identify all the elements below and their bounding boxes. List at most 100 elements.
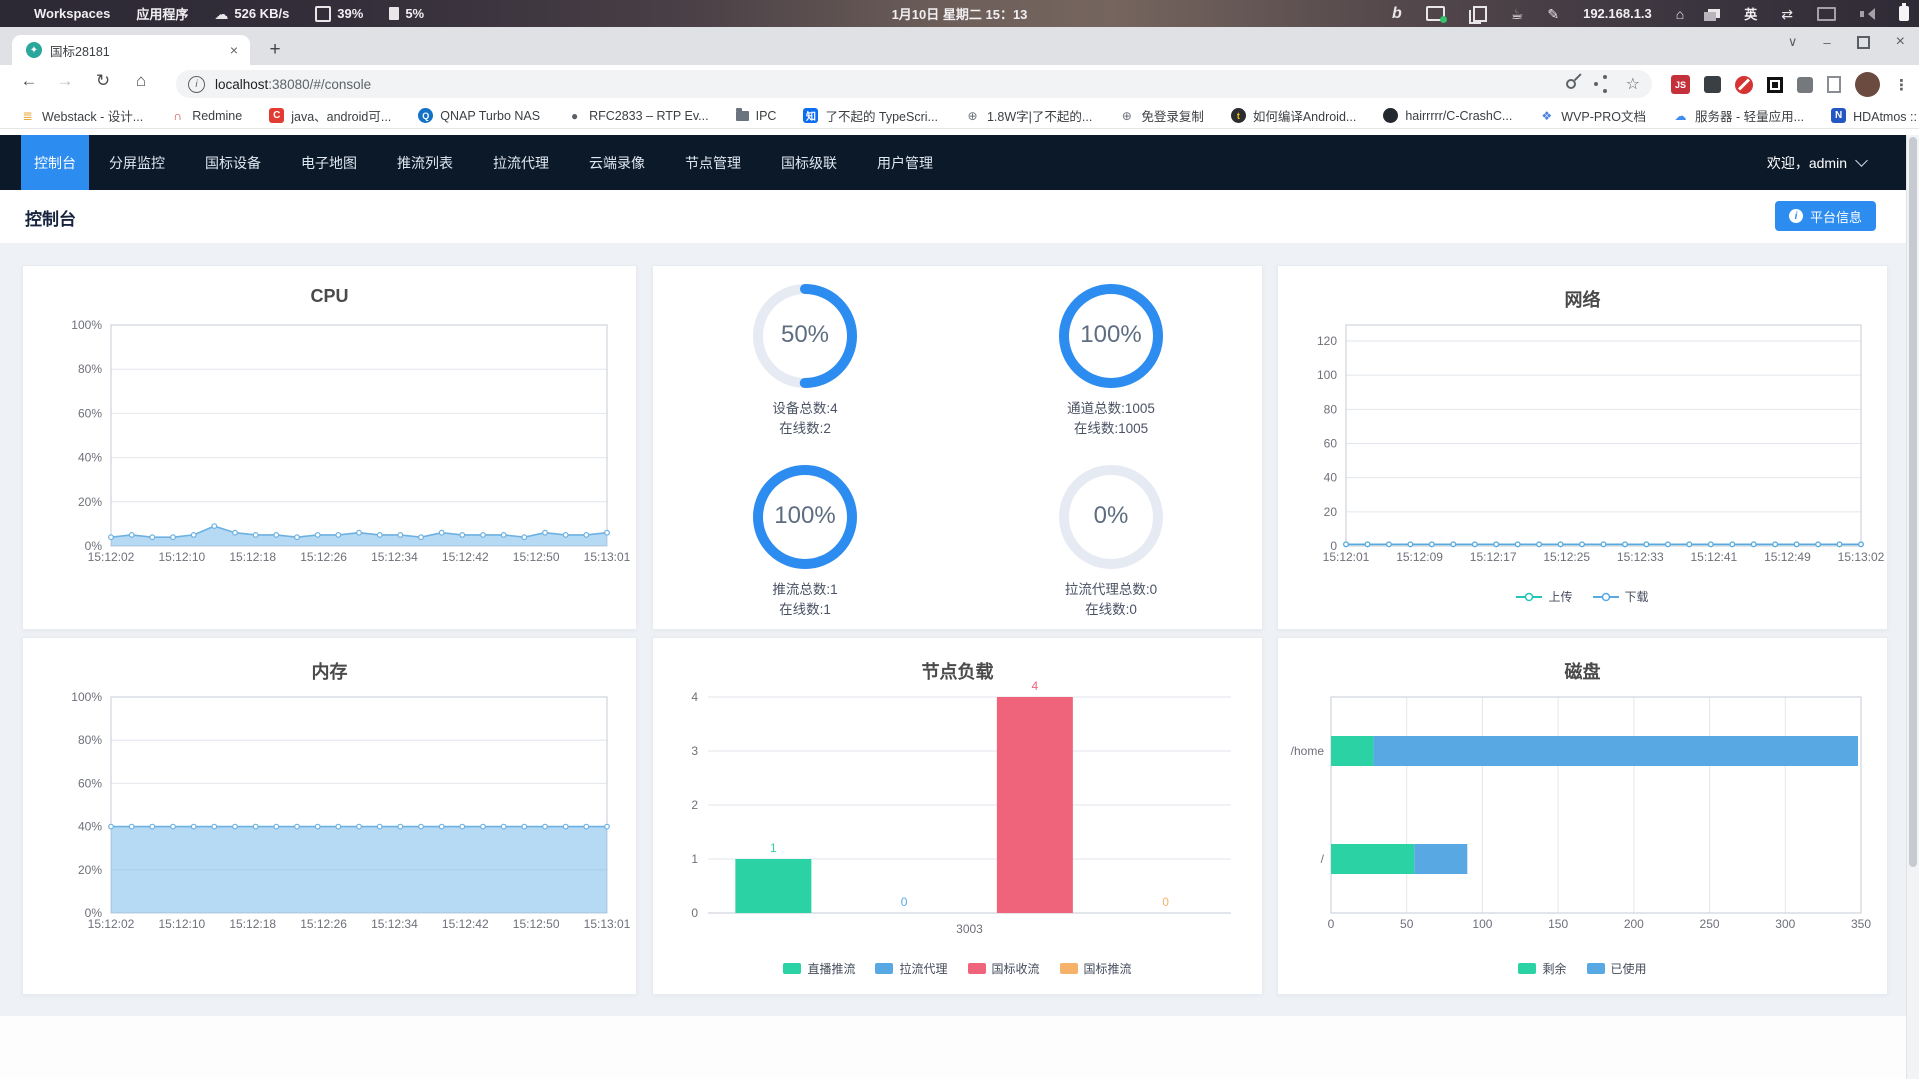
nav-item-9[interactable]: 用户管理 bbox=[857, 135, 953, 190]
nav-item-6[interactable]: 云端录像 bbox=[569, 135, 665, 190]
gauge-0: 50% 设备总数:4 在线数:2 bbox=[725, 281, 885, 439]
bookmark-label: IPC bbox=[755, 108, 777, 123]
reload-icon[interactable]: ↻ bbox=[90, 71, 116, 91]
bookmark-label: QNAP Turbo NAS bbox=[440, 108, 541, 123]
new-tab-button[interactable]: + bbox=[262, 37, 288, 63]
share-icon[interactable] bbox=[1593, 75, 1607, 93]
window-restore-icon[interactable] bbox=[1856, 35, 1870, 49]
bookmark-item[interactable]: hairrrrr/C-CrashC... bbox=[1383, 108, 1512, 123]
address-bar[interactable]: i localhost :38080/#/console ☆ bbox=[176, 70, 1652, 98]
legend-line-icon bbox=[1516, 592, 1543, 601]
svg-text:15:12:10: 15:12:10 bbox=[158, 917, 205, 931]
legend-item[interactable]: 直播推流 bbox=[783, 960, 855, 977]
home-icon[interactable]: ⌂ bbox=[1676, 7, 1684, 21]
bookmark-item[interactable]: ≣ Webstack - 设计... bbox=[20, 106, 143, 125]
page-scrollbar[interactable] bbox=[1906, 135, 1919, 1079]
bookmark-item[interactable]: ❖ WVP-PRO文档 bbox=[1539, 106, 1646, 125]
svg-text:15:12:25: 15:12:25 bbox=[1543, 550, 1590, 564]
browser-menu-icon[interactable]: ⋮ bbox=[1894, 76, 1909, 94]
profile-avatar[interactable] bbox=[1855, 72, 1880, 97]
tab-close-icon[interactable]: × bbox=[226, 42, 242, 58]
legend-item[interactable]: 下载 bbox=[1592, 588, 1649, 605]
svg-text:20%: 20% bbox=[78, 495, 102, 509]
bookmark-item[interactable]: ☁ 服务器 - 轻量应用... bbox=[1673, 106, 1805, 125]
bookmark-item[interactable]: ● RFC2833 – RTP Ev... bbox=[567, 108, 709, 123]
bookmark-item[interactable]: Cjava、android可... bbox=[269, 106, 391, 125]
gauge-label-1: 拉流代理总数:0 bbox=[1064, 582, 1158, 597]
bookmark-star-icon[interactable]: ☆ bbox=[1626, 74, 1640, 94]
bookmark-item[interactable]: ⊕ 免登录复制 bbox=[1119, 106, 1204, 125]
password-key-icon[interactable] bbox=[1563, 76, 1578, 92]
bookmark-item[interactable]: ⊕ 1.8W字|了不起的... bbox=[965, 106, 1092, 125]
svg-text:60: 60 bbox=[1324, 437, 1338, 451]
legend-swatch bbox=[1518, 963, 1537, 974]
nav-item-7[interactable]: 节点管理 bbox=[665, 135, 761, 190]
extension-page-icon[interactable] bbox=[1827, 76, 1841, 93]
bookmark-item[interactable]: N HDAtmos :: 种子 *... bbox=[1831, 106, 1919, 125]
extension-darkreader-icon[interactable] bbox=[1704, 76, 1721, 93]
bookmark-item[interactable]: 知了不起的 TypeScri... bbox=[803, 106, 938, 125]
volume-icon[interactable] bbox=[1860, 7, 1875, 20]
bookmark-label: 1.8W字|了不起的... bbox=[986, 110, 1093, 124]
legend-item[interactable]: 已使用 bbox=[1586, 960, 1647, 977]
legend-item[interactable]: 国标收流 bbox=[967, 960, 1040, 977]
bookmark-item[interactable]: IPC bbox=[735, 107, 777, 123]
extension-frame-icon[interactable] bbox=[1767, 76, 1783, 93]
nav-item-8[interactable]: 国标级联 bbox=[761, 135, 857, 190]
csdn-icon: C bbox=[269, 108, 285, 123]
screen: Workspaces 应用程序 ☁ 526 KB/s 39% 5% 1月10日 … bbox=[0, 0, 1919, 1079]
panel-memory: 内存 100% 80% 60% 40% 20% 0% 15:12:02 15:12:10 15:… bbox=[22, 637, 637, 995]
applications-button[interactable]: 应用程序 bbox=[136, 4, 188, 23]
color-picker-icon[interactable]: ✎ bbox=[1547, 7, 1559, 21]
back-icon[interactable]: ← bbox=[16, 71, 42, 91]
legend-label: 上传 bbox=[1548, 590, 1573, 604]
browser-tab[interactable]: ✦ 国标28181 × bbox=[12, 35, 250, 65]
home-button-icon[interactable]: ⌂ bbox=[128, 71, 154, 91]
clipboard-icon[interactable] bbox=[1468, 5, 1487, 24]
bookmark-item[interactable]: t 如何编译Android... bbox=[1230, 106, 1356, 125]
svg-text:15:12:01: 15:12:01 bbox=[1323, 550, 1370, 564]
svg-text:15:13:01: 15:13:01 bbox=[584, 917, 631, 931]
screen-rotate-icon[interactable]: ⇄ bbox=[1781, 7, 1793, 21]
coffee-icon[interactable]: ☕ bbox=[1511, 7, 1524, 21]
display-icon[interactable] bbox=[1817, 6, 1836, 21]
redmine-icon: ∩ bbox=[173, 108, 182, 123]
gauge-label-2: 在线数:0 bbox=[1085, 602, 1137, 617]
workspaces-button[interactable]: Workspaces bbox=[34, 6, 110, 21]
nav-item-4[interactable]: 推流列表 bbox=[377, 135, 473, 190]
gauge-percent: 50% bbox=[780, 321, 830, 348]
user-menu[interactable]: 欢迎，admin bbox=[1767, 135, 1868, 190]
bookmark-item[interactable]: ∩ Redmine bbox=[170, 108, 242, 123]
window-close-icon[interactable]: × bbox=[1896, 33, 1905, 51]
svg-text:15:12:50: 15:12:50 bbox=[513, 550, 560, 564]
page-header: 控制台 i 平台信息 bbox=[0, 190, 1906, 243]
nav-item-0[interactable]: 控制台 bbox=[21, 135, 89, 190]
extensions-puzzle-icon[interactable] bbox=[1797, 76, 1813, 93]
nav-item-5[interactable]: 拉流代理 bbox=[473, 135, 569, 190]
globe-icon: ⊕ bbox=[967, 108, 978, 123]
svg-text:50: 50 bbox=[1400, 917, 1414, 931]
bookmark-item[interactable]: Q QNAP Turbo NAS bbox=[418, 108, 540, 123]
window-menu-icon[interactable]: ∨ bbox=[1788, 34, 1798, 50]
extension-js-icon[interactable]: JS bbox=[1671, 75, 1690, 94]
forward-icon[interactable]: → bbox=[52, 71, 78, 91]
extension-adblock-icon[interactable] bbox=[1735, 75, 1753, 94]
scrollbar-thumb[interactable] bbox=[1909, 137, 1917, 867]
site-info-icon[interactable]: i bbox=[188, 75, 205, 93]
legend-item[interactable]: 拉流代理 bbox=[875, 960, 948, 977]
input-language-indicator[interactable]: 英 bbox=[1744, 4, 1757, 23]
nav-item-3[interactable]: 电子地图 bbox=[281, 135, 377, 190]
legend-item[interactable]: 国标推流 bbox=[1059, 960, 1132, 977]
window-switcher-icon[interactable] bbox=[1704, 9, 1721, 21]
cpu-chart: 100%80%60%40%20%0%15:12:02 15:12:10 15:12:… bbox=[71, 318, 630, 564]
platform-info-button[interactable]: i 平台信息 bbox=[1774, 201, 1876, 231]
nav-item-1[interactable]: 分屏监控 bbox=[89, 135, 185, 190]
legend-item[interactable]: 上传 bbox=[1516, 588, 1573, 605]
window-minimize-icon[interactable]: – bbox=[1823, 35, 1830, 50]
nav-item-2[interactable]: 国标设备 bbox=[185, 135, 281, 190]
legend-item[interactable]: 剩余 bbox=[1518, 960, 1567, 977]
penguin-icon: t bbox=[1230, 108, 1246, 123]
bing-icon[interactable]: b bbox=[1392, 5, 1402, 22]
ip-address[interactable]: 192.168.1.3 bbox=[1583, 6, 1652, 21]
screenshot-icon[interactable] bbox=[1425, 6, 1447, 23]
